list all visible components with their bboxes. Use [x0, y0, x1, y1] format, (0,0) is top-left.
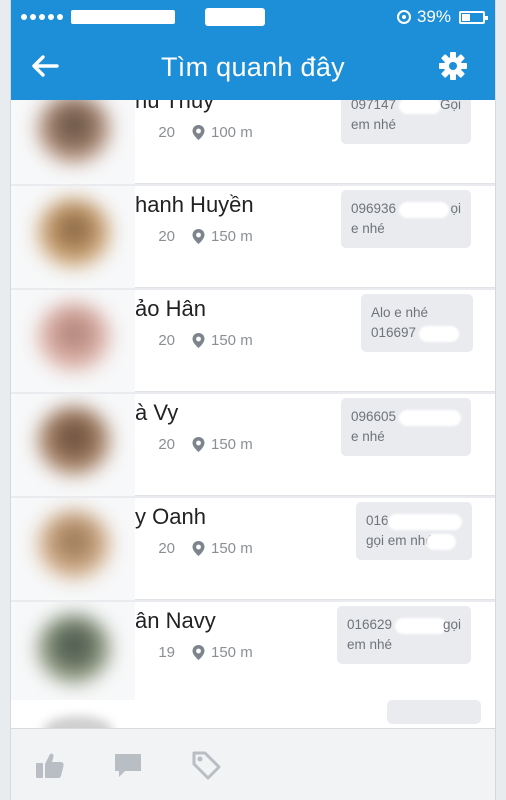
user-age: 19: [158, 644, 175, 661]
user-distance: 150 m: [211, 644, 253, 661]
message-tail: Gọi: [439, 100, 461, 112]
message-line: em nhé: [347, 637, 393, 652]
user-distance: 150 m: [211, 540, 253, 557]
user-age: 20: [158, 124, 175, 141]
user-age: 20: [158, 228, 175, 245]
page-title: Tìm quanh đây: [160, 51, 345, 82]
user-name: hanh Huyền: [135, 192, 254, 217]
user-distance: 150 m: [211, 228, 253, 245]
user-age: 20: [158, 436, 175, 453]
redaction-mask: [388, 514, 462, 530]
avatar: [11, 602, 135, 704]
app-bar: Tìm quanh đây: [11, 34, 495, 100]
redaction-mask: [395, 618, 447, 634]
tab-tags[interactable]: [189, 748, 223, 782]
bottom-tab-bar: [11, 728, 495, 800]
user-name: ân Navy: [135, 608, 216, 633]
message-line: em nhé: [351, 117, 397, 132]
redaction-mask: [399, 202, 449, 218]
message-line: Alo e nhé: [371, 305, 429, 320]
avatar: [43, 716, 113, 728]
message-bubble: 096936 e nhé ọi: [341, 190, 471, 248]
list-item[interactable]: y Oanh 20 150 m 016 gọi em nhé: [11, 498, 495, 600]
phone-screen: 39% Tìm quanh đây ân Navy 19 150 m 01662…: [10, 0, 496, 800]
redaction-mask: [399, 410, 461, 426]
redaction-mask: [426, 534, 456, 550]
nearby-users-list[interactable]: ân Navy 19 150 m 016629 em nhé gọi y Oanh 20 150…: [11, 100, 495, 728]
avatar: [11, 498, 135, 600]
user-name: à Vy: [135, 400, 179, 425]
avatar: [11, 394, 135, 496]
carrier-name-redacted: [71, 10, 175, 24]
redaction-mask: [399, 100, 441, 114]
message-line: e nhé: [351, 221, 385, 236]
user-distance: 150 m: [211, 436, 253, 453]
location-pin-icon: [192, 645, 205, 660]
thumbs-up-icon: [36, 753, 64, 778]
message-bubble: Alo e nhé 016697: [361, 294, 473, 352]
avatar: [11, 100, 135, 184]
user-distance: 150 m: [211, 332, 253, 349]
battery-icon: [459, 10, 488, 24]
user-distance: 100 m: [211, 124, 253, 141]
list-item[interactable]: ân Navy 19 150 m 016629 em nhé gọi: [11, 602, 495, 704]
tag-icon: [192, 751, 221, 779]
gear-icon: [439, 52, 467, 80]
user-age: 20: [158, 332, 175, 349]
list-item[interactable]: ảo Hân 20 150 m Alo e nhé 016697: [11, 290, 495, 392]
tab-like[interactable]: [33, 748, 67, 782]
message-tail: gọi: [442, 617, 461, 632]
back-arrow-icon: [32, 55, 59, 77]
user-name: hu Thúy: [135, 100, 215, 113]
message-bubble: 016 gọi em nhé: [356, 502, 472, 560]
user-meta: 20 100 m: [135, 124, 253, 141]
user-name: y Oanh: [135, 504, 206, 529]
alarm-icon: [396, 10, 411, 24]
user-meta: 20 150 m: [135, 540, 253, 557]
network-info-redacted: [205, 8, 265, 26]
location-pin-icon: [192, 541, 205, 556]
message-line: e nhé: [351, 429, 385, 444]
user-meta: 20 150 m: [135, 436, 253, 453]
avatar: [11, 290, 135, 392]
list-item[interactable]: à Vy 20 150 m 096605 e nhé: [11, 394, 495, 496]
location-pin-icon: [192, 333, 205, 348]
user-meta: 19 150 m: [135, 644, 253, 661]
message-bubble: 096605 e nhé: [341, 398, 471, 456]
user-age: 20: [158, 540, 175, 557]
redaction-mask: [419, 326, 459, 342]
location-pin-icon: [192, 437, 205, 452]
message-bubble: 016629 em nhé gọi: [337, 606, 471, 664]
chat-bubble-icon: [115, 753, 141, 777]
status-bar: 39%: [11, 0, 495, 34]
tab-chat[interactable]: [111, 748, 145, 782]
battery-percent: 39%: [416, 7, 451, 26]
list-item[interactable]: hu Thúy 20 100 m 097147 em nhé Gọi: [11, 100, 495, 184]
location-pin-icon: [192, 229, 205, 244]
partial-list-item: [11, 700, 495, 728]
message-bubble: [387, 700, 481, 724]
message-tail: ọi: [450, 201, 461, 216]
user-meta: 20 150 m: [135, 228, 253, 245]
message-bubble: 097147 em nhé Gọi: [341, 100, 471, 144]
back-button[interactable]: [27, 48, 63, 84]
user-meta: 20 150 m: [135, 332, 253, 349]
settings-button[interactable]: [435, 48, 471, 84]
list-item[interactable]: hanh Huyền 20 150 m 096936 e nhé ọi: [11, 186, 495, 288]
location-pin-icon: [192, 125, 205, 140]
avatar: [11, 186, 135, 288]
user-name: ảo Hân: [135, 296, 206, 321]
signal-strength-icon: [21, 14, 63, 20]
